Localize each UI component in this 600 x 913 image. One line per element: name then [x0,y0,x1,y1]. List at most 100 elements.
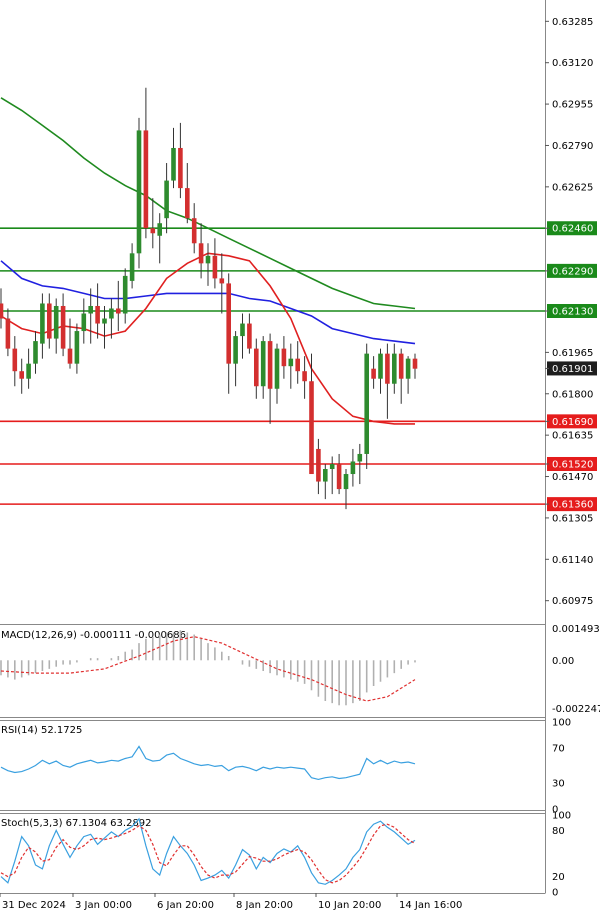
stoch-tick-label: 20 [552,872,565,883]
candle-bull [157,223,162,236]
candle-bull [392,353,397,384]
candle-bear [191,218,197,244]
candle-bear [0,303,4,319]
price-tick-label: 0.62790 [552,141,593,152]
price-tick-label: 0.61470 [552,472,593,483]
candle-bull [205,255,211,264]
current-price-tag-text: 0.61901 [552,364,593,375]
candle-bull [109,308,114,319]
candle-bear [371,368,376,379]
time-tick-label: 31 Dec 2024 [2,900,66,911]
candle-bull [81,313,87,332]
candle-bull [329,463,335,470]
candle-bear [336,463,342,490]
rsi-tick-label: 30 [552,778,565,789]
candle-bear [412,358,418,369]
candle-bear [19,371,24,379]
price-tick-label: 0.62955 [552,100,593,111]
time-tick-label: 10 Jan 20:00 [318,900,381,911]
candle-bull [274,348,280,389]
candle-bear [67,348,73,364]
price-tick-label: 0.61140 [552,555,593,566]
candle-bull [364,353,369,454]
candle-bear [185,188,190,219]
resistance-price-tag-text: 0.62460 [552,224,593,235]
rsi-label: RSI(14) 52.1725 [1,725,82,736]
price-tick-label: 0.61635 [552,431,593,442]
resistance-price-tag-text: 0.62290 [552,266,593,277]
stoch-tick-label: 0 [552,888,558,899]
time-tick-label: 3 Jan 00:00 [75,900,132,911]
candle-bull [122,275,128,314]
candle-bear [116,308,121,314]
candle-bear [95,305,100,324]
support-price-tag-text: 0.61360 [552,500,593,511]
candle-bear [219,278,225,284]
rsi-tick-label: 100 [552,718,571,729]
macd-tick-label: -0.002247 [552,704,600,715]
price-tick-label: 0.60975 [552,596,593,607]
forex-chart: 0.62460 0.62290 0.62130 0.61690 0.61520 0.613… [0,0,600,913]
rsi-tick-label: 70 [552,744,565,755]
candle-bull [136,130,142,254]
candle-bear [12,348,18,372]
candle-bull [350,461,356,475]
candle-bear [226,283,231,364]
time-tick-label: 14 Jan 16:00 [399,900,462,911]
candle-bear [302,371,307,382]
price-tick-label: 0.63120 [552,58,593,69]
candle-bear [178,147,183,189]
candle-bull [33,341,38,364]
candle-bull [357,453,363,462]
support-price-tag-text: 0.61520 [552,459,593,470]
resistance-price-tag-text: 0.62130 [552,307,593,318]
candle-bear [5,318,11,349]
chart-background [0,0,600,913]
candle-bull [129,253,135,281]
price-tick-label: 0.61800 [552,389,593,400]
candle-bear [247,323,252,349]
candle-bull [74,331,80,364]
support-price-tag-text: 0.61690 [552,417,593,428]
candle-bull [378,353,383,379]
candle-bull [233,336,238,364]
macd-tick-label: 0.001493 [552,624,600,635]
candle-bull [88,305,93,314]
price-tick-label: 0.62625 [552,182,593,193]
macd-tick-label: 0.00 [552,656,574,667]
price-tick-label: 0.61965 [552,348,593,359]
candle-bull [323,469,328,482]
candle-bull [53,305,59,339]
candle-bull [164,180,169,219]
candle-bear [143,130,149,229]
candle-bull [260,341,266,387]
candle-bear [267,341,273,389]
candle-bear [281,348,287,367]
candle-bull [240,323,245,337]
candle-bear [212,255,218,279]
price-tick-label: 0.63285 [552,17,593,28]
candle-bear [385,353,390,384]
time-tick-label: 6 Jan 20:00 [157,900,214,911]
candle-bear [150,228,156,234]
candle-bear [295,358,300,372]
candle-bear [254,348,259,387]
candle-bear [316,448,321,482]
stoch-tick-label: 80 [552,826,565,837]
candle-bull [405,358,411,379]
candle-bear [309,381,314,475]
candle-bull [102,318,107,324]
candle-bull [40,303,45,344]
candle-bull [26,363,31,379]
stoch-tick-label: 100 [552,811,571,822]
candle-bull [343,474,349,490]
candle-bull [288,358,294,367]
candle-bear [398,353,404,379]
candle-bull [171,147,176,181]
macd-label: MACD(12,26,9) -0.000111 -0.000686 [1,630,186,641]
candle-bear [198,243,204,264]
stoch-label: Stoch(5,3,3) 67.1304 63.2892 [1,818,152,829]
candle-bear [47,303,52,339]
time-tick-label: 8 Jan 20:00 [236,900,293,911]
candle-bear [60,305,66,349]
